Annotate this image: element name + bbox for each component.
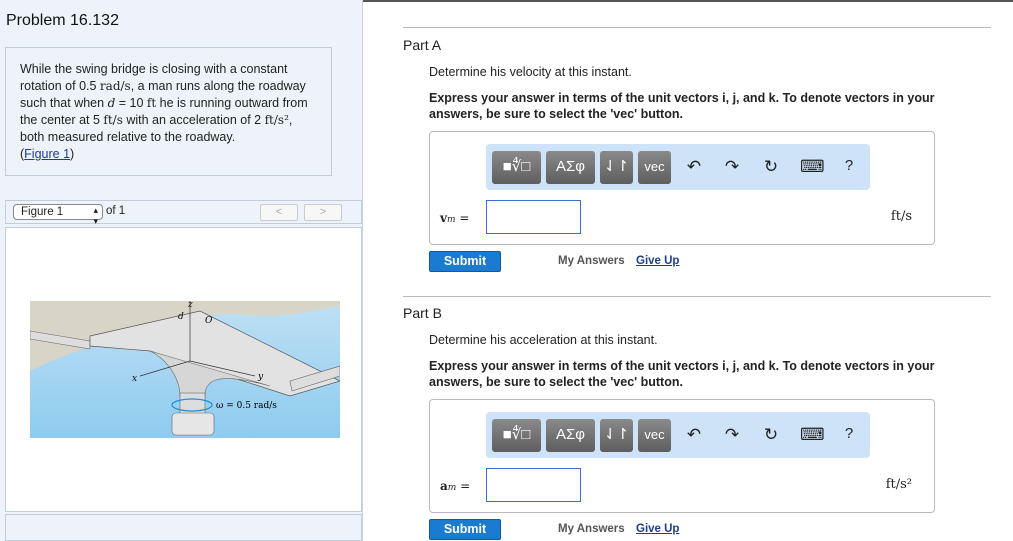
vec-button[interactable]: vec	[638, 151, 671, 184]
math: ft/s	[103, 113, 123, 127]
d-label: d	[178, 312, 184, 322]
keyboard-icon[interactable]: ⌨	[800, 425, 825, 445]
math: ft/s²	[264, 113, 289, 127]
math-toolbar: ■∜□ ΑΣφ ⇃↾ vec ↶ ↷ ↻ ⌨ ?	[486, 144, 870, 190]
my-answers-link[interactable]: My Answers	[558, 255, 625, 267]
math-toolbar: ■∜□ ΑΣφ ⇃↾ vec ↶ ↷ ↻ ⌨ ?	[486, 412, 870, 458]
figure-count: of 1	[106, 205, 126, 217]
problem-title: Problem 16.132	[6, 12, 119, 29]
y-axis-label: y	[257, 372, 264, 382]
greek-button[interactable]: ΑΣφ	[546, 151, 595, 184]
updown-icon: ▴ ▾	[93, 205, 98, 226]
vec-button[interactable]: vec	[638, 419, 671, 452]
paren: )	[70, 147, 75, 161]
redo-icon[interactable]: ↷	[722, 157, 742, 177]
redo-icon[interactable]: ↷	[722, 425, 742, 445]
figure-select[interactable]: Figure 1 ▴ ▾	[13, 204, 103, 226]
submit-button[interactable]: Submit	[429, 251, 501, 272]
divider	[403, 296, 991, 297]
text: with an acceleration of 2	[122, 113, 265, 127]
part-a-instruction: Express your answer in terms of the unit…	[429, 91, 935, 121]
part-b-instruction: Express your answer in terms of the unit…	[429, 359, 935, 389]
part-b-question: Determine his acceleration at this insta…	[429, 333, 658, 347]
prev-figure-button[interactable]: <	[260, 204, 298, 221]
figure-nav: Figure 1 ▴ ▾ of 1 < >	[5, 200, 362, 226]
give-up-link[interactable]: Give Up	[636, 255, 679, 267]
unit-label: ft/s²	[885, 477, 912, 492]
eq: =	[455, 211, 470, 225]
help-icon[interactable]: ?	[839, 157, 859, 174]
text: = 10	[115, 96, 147, 110]
undo-icon[interactable]: ↶	[684, 425, 704, 445]
undo-icon[interactable]: ↶	[684, 157, 704, 177]
problem-panel: Problem 16.132 While the swing bridge is…	[0, 0, 363, 541]
omega-label: ω = 0.5 rad/s	[216, 401, 277, 411]
answer-label: vm =	[440, 211, 469, 225]
part-a-title: Part A	[403, 37, 442, 53]
math: ft	[146, 96, 157, 110]
reset-icon[interactable]: ↻	[761, 157, 781, 177]
templates-button[interactable]: ■∜□	[492, 419, 541, 452]
submit-button[interactable]: Submit	[429, 519, 501, 540]
math: rad/s	[99, 79, 131, 93]
z-axis-label: z	[187, 301, 193, 310]
my-answers-link[interactable]: My Answers	[558, 523, 625, 535]
figure-area: z d O x y ω = 0.5 rad/s	[5, 227, 362, 512]
part-a-answer-box: ■∜□ ΑΣφ ⇃↾ vec ↶ ↷ ↻ ⌨ ? vm = ft/s	[429, 131, 935, 245]
reset-icon[interactable]: ↻	[761, 425, 781, 445]
next-figure-button[interactable]: >	[304, 204, 342, 221]
subscript-button[interactable]: ⇃↾	[600, 151, 633, 184]
part-a-question: Determine his velocity at this instant.	[429, 65, 632, 79]
figure-footer	[5, 514, 362, 541]
var: a	[440, 479, 448, 493]
unit-label: ft/s	[890, 209, 912, 224]
eq: =	[456, 479, 471, 493]
give-up-link[interactable]: Give Up	[636, 523, 679, 535]
divider	[403, 27, 991, 28]
keyboard-icon[interactable]: ⌨	[800, 157, 825, 177]
sub: m	[446, 215, 456, 225]
greek-button[interactable]: ΑΣφ	[546, 419, 595, 452]
origin-label: O	[205, 316, 213, 326]
problem-statement: While the swing bridge is closing with a…	[5, 47, 332, 176]
figure-link[interactable]: Figure 1	[24, 147, 70, 161]
swing-bridge-figure: z d O x y ω = 0.5 rad/s	[30, 301, 340, 438]
answer-label: am =	[440, 479, 470, 493]
x-axis-label: x	[132, 374, 137, 384]
templates-button[interactable]: ■∜□	[492, 151, 541, 184]
part-b-title: Part B	[403, 305, 442, 321]
figure-select-value: Figure 1	[21, 206, 64, 218]
velocity-input[interactable]	[486, 200, 581, 234]
acceleration-input[interactable]	[486, 468, 581, 502]
subscript-button[interactable]: ⇃↾	[600, 419, 633, 452]
part-b-answer-box: ■∜□ ΑΣφ ⇃↾ vec ↶ ↷ ↻ ⌨ ? am = ft/s²	[429, 399, 935, 513]
var: v	[440, 211, 447, 225]
help-icon[interactable]: ?	[839, 425, 859, 442]
